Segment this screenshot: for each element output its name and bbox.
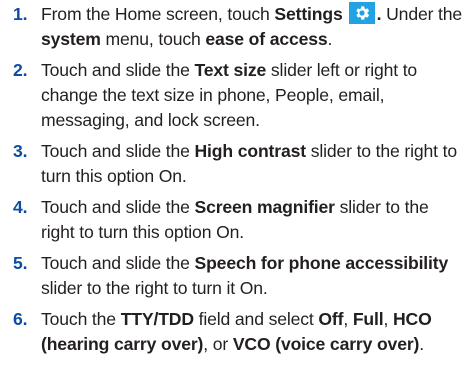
step-text: Touch and slide the [41, 197, 195, 217]
step-item: 2. Touch and slide the Text size slider l… [0, 58, 472, 133]
step-text: Touch and slide the [41, 60, 195, 80]
emphasized-term: Speech for phone accessibility [194, 253, 449, 273]
step-text: menu, touch [100, 29, 206, 49]
step-number: 3. [13, 141, 28, 161]
step-text: . [419, 334, 424, 354]
emphasized-term: Screen magnifier [194, 197, 336, 217]
emphasized-term: Text size [194, 60, 267, 80]
step-text: Touch the [41, 309, 121, 329]
emphasized-term: Off [318, 309, 344, 329]
emphasized-term: High contrast [194, 141, 307, 161]
step-number: 6. [13, 309, 28, 329]
emphasized-term: VCO (voice carry over) [232, 334, 420, 354]
step-text: , or [203, 334, 233, 354]
step-number: 2. [13, 60, 28, 80]
emphasized-term: Settings [274, 4, 343, 24]
emphasized-term: ease of access [205, 29, 328, 49]
step-text: slider to the right to turn it On. [41, 278, 268, 298]
step-text: , [343, 309, 353, 329]
step-item: 3. Touch and slide the High contrast slid… [0, 139, 472, 189]
step-text: Under the [381, 4, 463, 24]
emphasized-term: TTY/TDD [120, 309, 194, 329]
emphasized-term: system [41, 29, 101, 49]
step-number: 5. [13, 253, 28, 273]
step-item: 5. Touch and slide the Speech for phone a… [0, 251, 472, 301]
emphasized-term: Full [352, 309, 384, 329]
step-item: 4. Touch and slide the Screen magnifier s… [0, 195, 472, 245]
step-number: 4. [13, 197, 28, 217]
settings-gear-icon [348, 2, 375, 24]
step-item: 1. From the Home screen, touch Settings. … [0, 2, 472, 52]
instruction-steps: 1. From the Home screen, touch Settings. … [0, 2, 472, 363]
step-text: , [383, 309, 393, 329]
step-text: . [327, 29, 333, 49]
step-item: 6. Touch the TTY/TDD field and select Off… [0, 307, 472, 357]
step-text: field and select [193, 309, 319, 329]
step-text: From the Home screen, touch [41, 4, 275, 24]
step-text: Touch and slide the [41, 253, 195, 273]
step-number: 1. [13, 4, 28, 24]
step-text: Touch and slide the [41, 141, 195, 161]
